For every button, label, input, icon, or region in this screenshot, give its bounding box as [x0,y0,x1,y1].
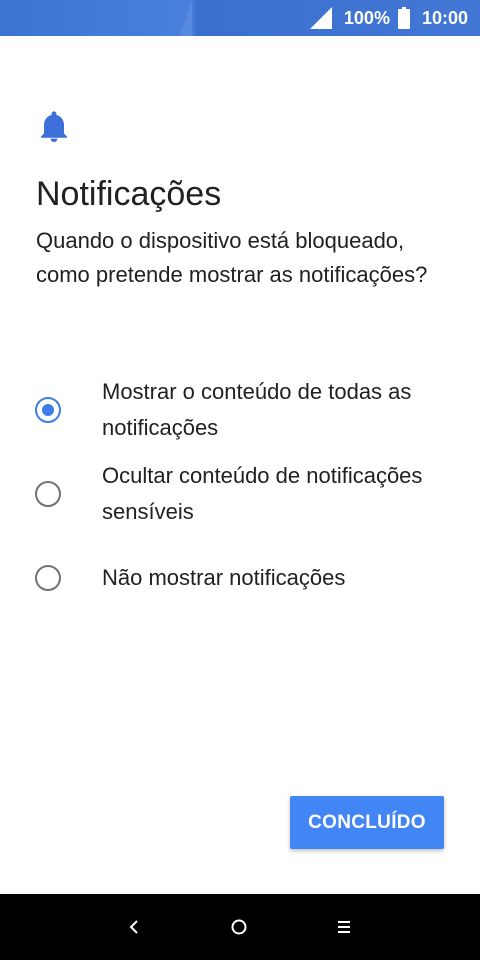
screen: 100% 10:00 Notificações Quando o disposi… [0,0,480,960]
bell-icon [41,111,67,142]
page-title: Notificações [36,175,222,213]
option-label: Não mostrar notificações [102,565,346,590]
radio-button[interactable] [35,481,61,507]
option-show-all[interactable]: Mostrar o conteúdo de todas as notificaç… [0,374,480,446]
signal-icon [309,7,332,29]
option-hide-all[interactable]: Não mostrar notificações [0,560,480,596]
done-button[interactable]: CONCLUÍDO [290,796,444,849]
status-indicators: 100% 10:00 [309,0,468,36]
battery-percent: 100% [343,7,390,28]
status-time: 10:00 [421,7,468,28]
option-label: Ocultar conteúdo de notificações sensíve… [102,463,423,524]
page-subtitle: Quando o dispositivo está bloqueado, com… [36,228,428,287]
option-label: Mostrar o conteúdo de todas as notificaç… [102,379,412,440]
radio-button-selected[interactable] [35,397,61,423]
home-button[interactable] [209,894,269,960]
status-bar: 100% 10:00 [0,0,480,36]
option-hide-sensitive[interactable]: Ocultar conteúdo de notificações sensíve… [0,458,480,530]
battery-icon [397,7,410,29]
home-icon [231,919,247,935]
back-icon [129,920,138,934]
back-button[interactable] [104,894,164,960]
menu-button[interactable] [314,894,374,960]
radio-button[interactable] [35,565,61,591]
navigation-bar [0,894,480,960]
menu-icon [338,921,350,933]
